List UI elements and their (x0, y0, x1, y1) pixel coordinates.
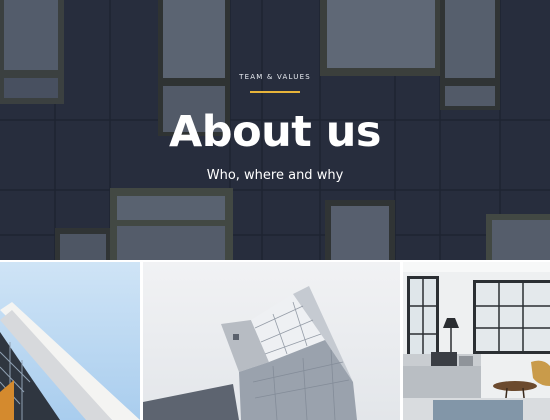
accent-divider (250, 91, 300, 93)
gallery-image-loft-interior[interactable] (403, 262, 550, 420)
page-subtitle: Who, where and why (206, 168, 344, 183)
page-title: About us (169, 107, 381, 157)
image-gallery (0, 262, 550, 420)
gallery-image-angular-building[interactable] (143, 262, 400, 420)
hero-section: TEAM & VALUES About us Who, where and wh… (0, 0, 550, 260)
gallery-image-building-roof[interactable] (0, 262, 140, 420)
hero-eyebrow: TEAM & VALUES (239, 73, 311, 81)
